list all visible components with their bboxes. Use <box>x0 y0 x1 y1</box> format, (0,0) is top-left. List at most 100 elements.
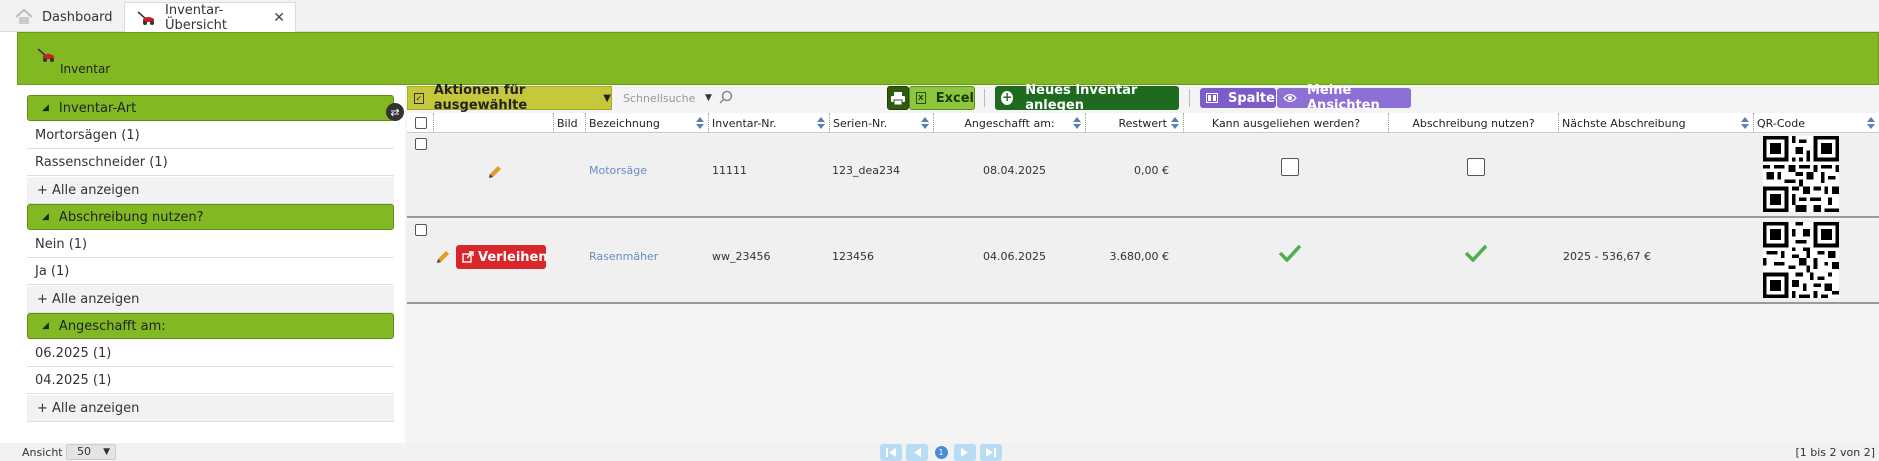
record-count: [1 bis 2 von 2] <box>1795 446 1875 459</box>
sort-icon <box>1073 117 1081 129</box>
column-header-actions <box>433 113 559 133</box>
columns-label: Spalten <box>1228 90 1285 106</box>
facet-item[interactable]: Rassenschneider (1) <box>27 149 394 176</box>
bulk-actions-label: Aktionen für ausgewählte <box>433 83 528 113</box>
first-page-button[interactable] <box>880 444 902 461</box>
serial-number: 123456 <box>832 250 874 263</box>
print-button[interactable] <box>887 86 909 110</box>
excel-label: Excel <box>935 90 974 106</box>
caret-down-icon: ▼ <box>103 447 110 457</box>
row-checkbox[interactable] <box>415 138 427 150</box>
lendable-checkbox <box>1281 158 1299 176</box>
table-row: Motorsäge 11111 123_dea234 08.04.2025 0,… <box>407 134 1879 218</box>
next-page-button[interactable] <box>954 444 976 461</box>
column-header-inventar-nr[interactable]: Inventar-Nr. <box>708 113 829 133</box>
qr-code-image <box>1763 136 1839 215</box>
column-header-qr-code[interactable]: QR-Code <box>1753 113 1879 133</box>
next-depreciation: 2025 - 536,67 € <box>1563 250 1651 263</box>
sort-icon <box>1867 117 1875 129</box>
facet-header-abschreibung[interactable]: ◢ Abschreibung nutzen? <box>27 204 394 230</box>
facet-header-inventar-art[interactable]: ◢ Inventar-Art <box>27 95 394 121</box>
triangle-down-icon: ◢ <box>42 321 49 331</box>
pencil-icon[interactable] <box>435 249 451 268</box>
my-views-button[interactable]: Meine Ansichten <box>1277 83 1411 113</box>
column-label: Restwert <box>1118 116 1167 130</box>
next-page-icon <box>961 448 968 457</box>
item-name-link[interactable]: Motorsäge <box>589 164 647 177</box>
page-size-select[interactable]: 50 ▼ <box>66 444 116 460</box>
page-title: Inventar <box>60 62 111 76</box>
item-name-link[interactable]: Rasenmäher <box>589 250 658 263</box>
column-label: Bezeichnung <box>589 116 660 130</box>
home-icon <box>14 8 34 26</box>
tab-label: Inventar-Übersicht <box>165 2 227 33</box>
column-header-ausleihbar: Kann ausgeliehen werden? <box>1183 113 1388 133</box>
column-header-serien-nr[interactable]: Serien-Nr. <box>829 113 933 133</box>
row-checkbox[interactable] <box>415 224 427 236</box>
facet-header-angeschafft[interactable]: ◢ Angeschafft am: <box>27 313 394 339</box>
page-header: Inventar <box>17 32 1879 85</box>
checkbox-icon: ✓ <box>414 92 424 104</box>
columns-icon <box>1206 93 1218 103</box>
printer-icon <box>891 91 905 105</box>
checkmark-icon <box>1278 244 1302 265</box>
column-label: Bild <box>557 116 578 130</box>
last-page-button[interactable] <box>980 444 1002 461</box>
lawnmower-icon <box>35 47 57 65</box>
show-all-link[interactable]: + Alle anzeigen <box>27 177 394 204</box>
excel-export-button[interactable]: X Excel <box>909 86 975 110</box>
search-placeholder: Schnellsuche <box>623 91 696 105</box>
search-icon[interactable] <box>719 90 733 107</box>
facet-item[interactable]: 04.2025 (1) <box>27 367 394 394</box>
show-all-link[interactable]: + Alle anzeigen <box>27 286 394 313</box>
new-inventory-button[interactable]: + Neues Inventar anlegen <box>995 83 1179 113</box>
residual-value: 0,00 € <box>1134 164 1169 177</box>
pencil-icon[interactable] <box>487 164 503 183</box>
quick-search[interactable]: Schnellsuche ▼ <box>615 87 741 109</box>
current-page[interactable]: 1 <box>932 444 950 461</box>
facet-item[interactable]: Nein (1) <box>27 231 394 258</box>
prev-page-button[interactable] <box>906 444 928 461</box>
new-inventory-label: Neues Inventar anlegen <box>1025 83 1138 113</box>
sort-icon <box>1171 117 1179 129</box>
sort-icon <box>1741 117 1749 129</box>
lend-button[interactable]: Verleihen <box>456 245 548 269</box>
bulk-actions-dropdown[interactable]: ✓ Aktionen für ausgewählte ▼ <box>407 83 612 113</box>
pagination: 1 <box>880 444 1002 461</box>
plus-icon: + <box>1001 90 1014 105</box>
acquired-date: 04.06.2025 <box>983 250 1046 263</box>
residual-value: 3.680,00 € <box>1109 250 1169 263</box>
main-panel: ✓ Aktionen für ausgewählte ▼ Schnellsuch… <box>405 83 1879 443</box>
prev-page-icon <box>914 448 921 457</box>
triangle-down-icon: ◢ <box>42 212 49 222</box>
page-size-value: 50 <box>77 445 91 458</box>
column-label: Serien-Nr. <box>833 116 888 130</box>
column-header-restwert[interactable]: Restwert <box>1085 113 1183 133</box>
facet-item[interactable]: Mortorsägen (1) <box>27 122 394 149</box>
facet-item[interactable]: Ja (1) <box>27 258 394 285</box>
caret-down-icon[interactable]: ▼ <box>705 93 712 103</box>
divider <box>1189 89 1190 107</box>
sidebar-toggle-icon[interactable]: ⇄ <box>386 103 404 121</box>
eye-icon <box>1283 93 1297 103</box>
qr-code-image <box>1763 222 1839 301</box>
depreciation-checkbox <box>1467 158 1485 176</box>
column-header-bezeichnung[interactable]: Bezeichnung <box>585 113 708 133</box>
checkmark-icon <box>1464 244 1488 265</box>
column-header-naechste-abschreibung[interactable]: Nächste Abschreibung <box>1558 113 1753 133</box>
select-all-checkbox[interactable] <box>415 117 427 129</box>
excel-icon: X <box>916 92 926 104</box>
sort-icon <box>921 117 929 129</box>
column-header-bild: Bild <box>553 113 585 133</box>
tab-inventar-uebersicht[interactable]: Inventar-Übersicht ✕ <box>124 2 296 33</box>
serial-number: 123_dea234 <box>832 164 900 177</box>
facet-title: Abschreibung nutzen? <box>58 209 204 225</box>
divider <box>984 89 985 107</box>
show-all-link[interactable]: + Alle anzeigen <box>27 395 394 422</box>
columns-button[interactable]: Spalten <box>1200 88 1284 108</box>
tab-dashboard[interactable]: Dashboard <box>4 2 114 32</box>
facet-item[interactable]: 06.2025 (1) <box>27 340 394 367</box>
footer-bar: Ansicht 50 ▼ 1 [1 bis 2 von 2] <box>0 443 1879 461</box>
close-icon[interactable]: ✕ <box>273 10 285 26</box>
column-header-angeschafft[interactable]: Angeschafft am: <box>933 113 1085 133</box>
